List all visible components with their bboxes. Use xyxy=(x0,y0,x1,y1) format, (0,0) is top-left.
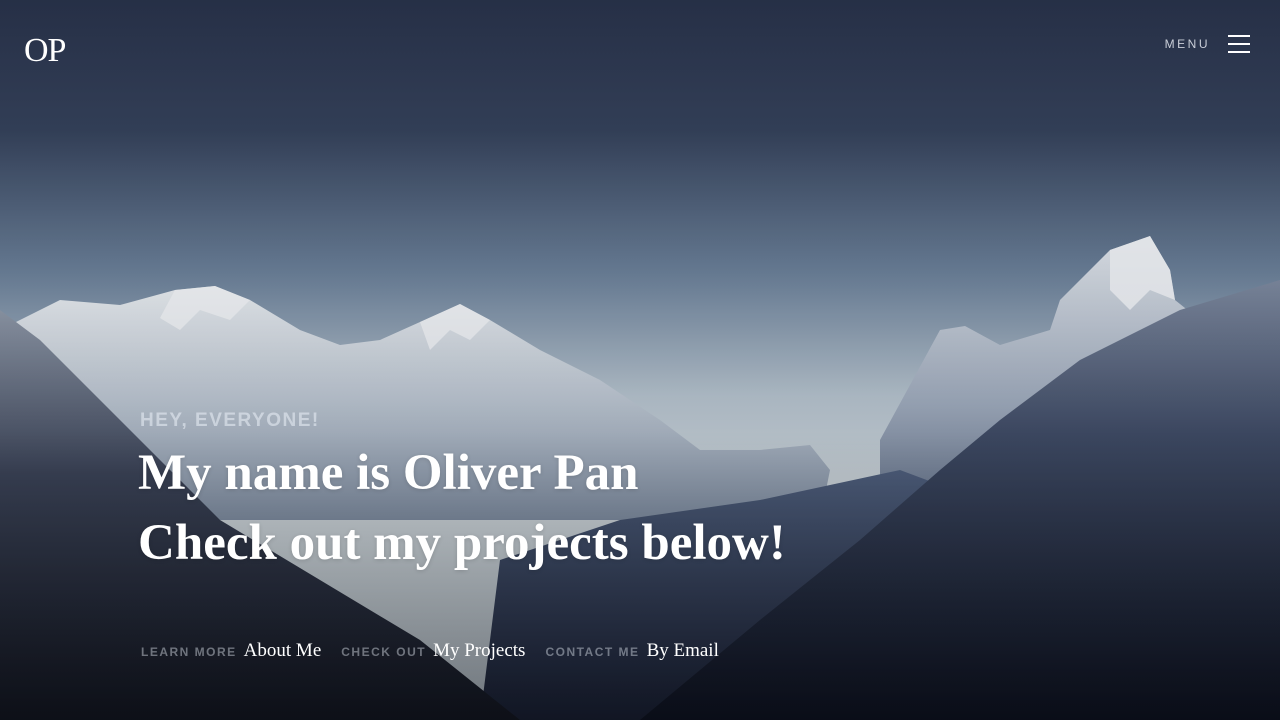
link-group-projects: CHECK OUT My Projects xyxy=(341,640,525,662)
link-kicker: LEARN MORE xyxy=(141,645,237,659)
hero-headline-line-1: My name is Oliver Pan xyxy=(138,445,639,501)
hamburger-icon xyxy=(1228,34,1250,54)
my-projects-link[interactable]: My Projects xyxy=(433,640,525,662)
link-kicker: CONTACT ME xyxy=(545,645,640,659)
menu-label: MENU xyxy=(1164,37,1210,51)
hero-links: LEARN MORE About Me CHECK OUT My Project… xyxy=(141,640,739,662)
hero-content: HEY, EVERYONE! My name is Oliver Pan Che… xyxy=(138,410,786,578)
link-group-contact: CONTACT ME By Email xyxy=(545,640,718,662)
link-kicker: CHECK OUT xyxy=(341,645,427,659)
link-group-about: LEARN MORE About Me xyxy=(141,640,321,662)
site-logo[interactable]: OP xyxy=(24,34,66,68)
by-email-link[interactable]: By Email xyxy=(647,640,719,662)
about-me-link[interactable]: About Me xyxy=(244,640,322,662)
hero-eyebrow: HEY, EVERYONE! xyxy=(140,410,320,431)
mountain-background-image xyxy=(0,0,1280,720)
hero-headline-line-2: Check out my projects below! xyxy=(138,515,786,571)
menu-button[interactable]: MENU xyxy=(1165,34,1250,54)
